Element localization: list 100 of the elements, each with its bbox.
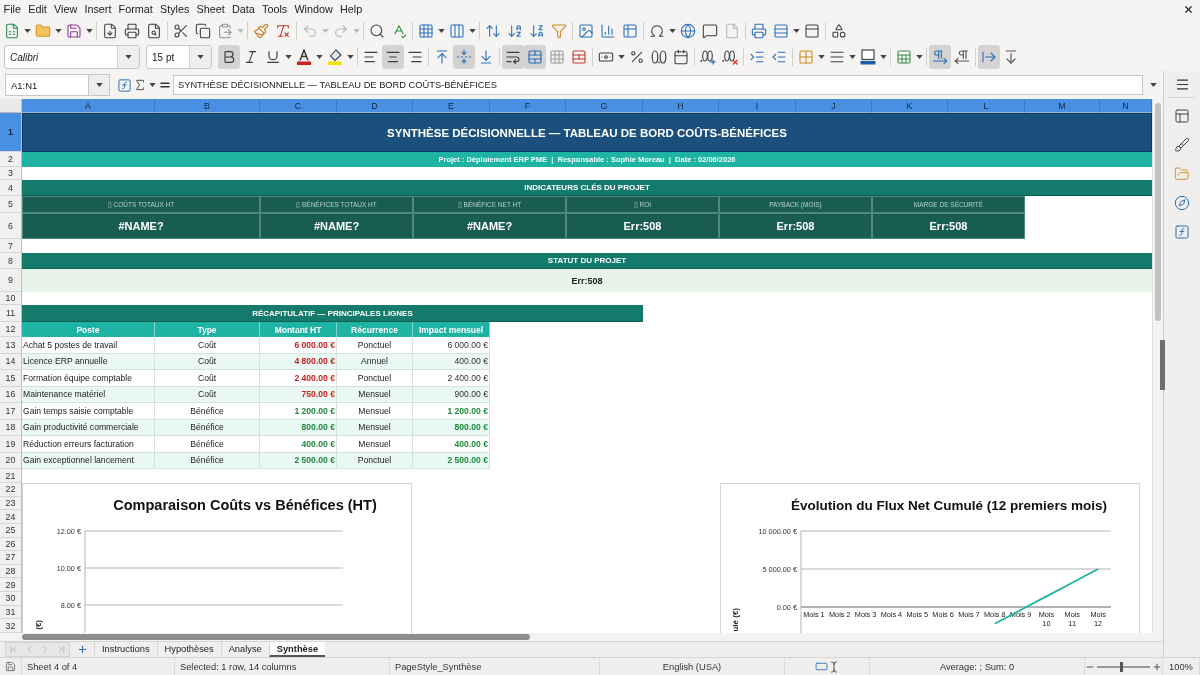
menu-item[interactable]: Format [115,0,157,18]
caret-icon[interactable] [316,55,323,59]
menu-item[interactable]: Tools [258,0,291,18]
column-header[interactable]: J [796,99,872,113]
scissors-icon[interactable] [173,22,189,39]
horizontal-text-button[interactable] [978,45,1000,69]
sort-descending-icon[interactable] [529,22,545,39]
up-down-arrows-icon[interactable] [485,22,501,39]
caret-icon[interactable] [469,28,476,33]
column-header[interactable]: D [337,99,413,113]
indent-increase-icon[interactable] [749,49,765,65]
table-icon[interactable] [622,22,638,39]
row-header[interactable]: 17 [0,403,22,420]
caret-icon[interactable] [880,55,887,59]
dropdown-button[interactable] [189,46,211,68]
clear-formatting-icon[interactable] [275,22,291,39]
function-icon[interactable] [1174,223,1190,240]
align-middle-button[interactable] [453,45,475,69]
delete-decimal-icon[interactable] [722,49,738,65]
row-header[interactable]: 22 [0,483,22,497]
row-header[interactable]: 4 [0,180,22,196]
caret-icon[interactable] [818,55,825,59]
caret-icon[interactable] [55,28,62,33]
file-download-icon[interactable] [102,22,118,39]
dropdown-button[interactable] [117,46,139,68]
language-text[interactable]: English (USA) [662,661,722,672]
wrap-text-button[interactable] [502,45,524,69]
menu-item[interactable]: View [50,0,81,18]
row-header[interactable]: 27 [0,551,22,565]
window-icon[interactable] [804,22,820,39]
caret-icon[interactable] [285,55,292,59]
caret-icon[interactable] [125,55,132,59]
menu-item[interactable]: Data [228,0,259,18]
column-header[interactable]: K [872,99,948,113]
row-header[interactable]: 12 [0,322,22,337]
printer-icon[interactable] [124,22,140,39]
row-header[interactable]: 8 [0,253,22,269]
row-header[interactable]: 6 [0,213,22,239]
lines-icon[interactable] [829,49,845,65]
formula-input-field[interactable]: SYNTHÈSE DÉCISIONNELLE — TABLEAU DE BORD COÛTS-BÉNÉFICES [173,75,1143,95]
compass-icon[interactable] [1174,194,1190,211]
align-center-button[interactable] [382,45,404,69]
row-header[interactable]: 19 [0,436,22,453]
row-header[interactable]: 21 [0,469,22,483]
menu-icon[interactable] [1174,76,1190,92]
menu-item[interactable]: Insert [80,0,115,18]
omega-icon[interactable] [649,22,665,39]
column-header[interactable]: C [260,99,337,113]
sidebar-collapse-handle[interactable] [1160,340,1165,390]
font-name-field[interactable]: Calibri [4,45,140,69]
split-cells-icon[interactable] [571,49,587,65]
column-header[interactable]: M [1025,99,1100,113]
menu-item[interactable]: Help [336,0,366,18]
menu-item[interactable]: File [0,0,25,18]
column-header[interactable]: G [566,99,643,113]
properties-icon[interactable] [1174,107,1190,124]
function-icon[interactable] [116,77,132,93]
row-header[interactable]: 29 [0,578,22,593]
zoom-percent-text[interactable]: 100% [1169,661,1193,672]
column-header[interactable]: B [155,99,260,113]
border-color-icon[interactable] [860,49,876,65]
menu-item[interactable]: Window [290,0,337,18]
row-header[interactable]: 7 [0,239,22,253]
file-search-icon[interactable] [146,22,162,39]
copy-icon[interactable] [195,22,211,39]
font-color-icon[interactable] [296,49,312,65]
highlighter-icon[interactable] [327,49,343,65]
caret-icon[interactable] [669,28,676,33]
close-icon[interactable] [1182,3,1194,15]
row-header[interactable]: 32 [0,619,22,633]
left-to-right-button[interactable] [929,45,951,69]
caret-icon[interactable] [86,28,93,33]
zoom-in-icon[interactable] [1152,661,1162,672]
globe-icon[interactable] [680,22,696,39]
column-header[interactable]: A [22,99,155,113]
row-header[interactable]: 15 [0,370,22,387]
caret-icon[interactable] [916,55,923,59]
rectangle-icon[interactable] [814,660,828,673]
shapes-icon[interactable] [831,22,847,39]
menu-item[interactable]: Sheet [193,0,229,18]
add-sheet-icon[interactable] [76,644,88,655]
clipboard-icon[interactable] [217,22,233,39]
caret-icon[interactable] [347,55,354,59]
bar-chart-icon[interactable] [600,22,616,39]
menu-item[interactable]: Edit [24,0,51,18]
sigma-icon[interactable] [133,78,147,92]
printer-icon[interactable] [751,22,767,39]
menu-item[interactable]: Styles [156,0,193,18]
caret-icon[interactable] [197,55,204,59]
caret-icon[interactable] [793,28,800,33]
row-header[interactable]: 10 [0,292,22,305]
row-header[interactable]: 3 [0,167,22,180]
font-size-field[interactable]: 15 pt [146,45,212,69]
paintbrush-icon[interactable] [253,22,269,39]
percent-icon[interactable] [629,49,645,65]
save-icon[interactable] [66,22,82,39]
column-header[interactable]: I [719,99,796,113]
calendar-icon[interactable] [673,49,689,65]
column-header[interactable]: E [413,99,490,113]
brush-icon[interactable] [1174,136,1190,153]
